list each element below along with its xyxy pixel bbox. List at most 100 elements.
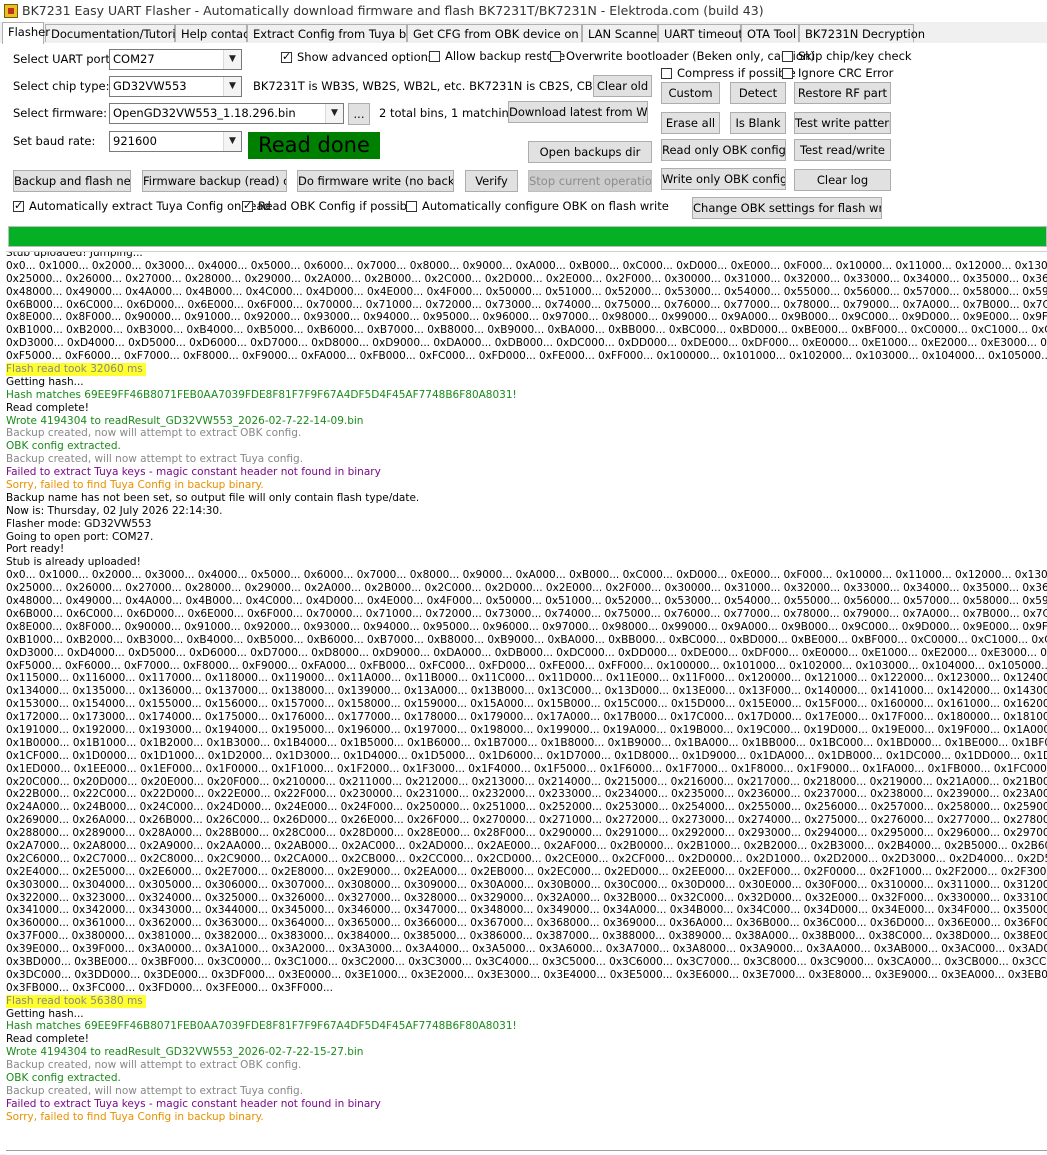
detect-button[interactable]: Detect	[730, 82, 786, 104]
skip-chip-key-checkbox[interactable]: Skip chip/key check	[782, 49, 912, 64]
log-line: 0x322000... 0x323000... 0x324000... 0x32…	[6, 892, 1047, 905]
log-line-text: 0xD3000... 0xD4000... 0xD5000... 0xD6000…	[6, 337, 1047, 350]
chevron-down-icon[interactable]: ▼	[223, 50, 241, 69]
log-line-text: Going to open port: COM27.	[6, 530, 154, 543]
log-output[interactable]: Stub uploaded! Jumping... 0x0... 0x1000..…	[6, 251, 1047, 1151]
tab-uart-timeouts[interactable]: UART timeouts	[658, 24, 749, 42]
uart-port-select[interactable]: COM27 ▼	[109, 49, 242, 70]
ignore-crc-label: Ignore CRC Error	[798, 66, 894, 80]
uart-port-value: COM27	[113, 52, 155, 66]
read-only-obk-button[interactable]: Read only OBK config	[661, 139, 786, 161]
chevron-down-icon[interactable]: ▼	[325, 104, 343, 123]
chevron-down-icon[interactable]: ▼	[223, 132, 241, 151]
auto-extract-tuya-label: Automatically extract Tuya Config on rea…	[29, 199, 271, 213]
is-blank-button[interactable]: Is Blank	[730, 112, 786, 134]
verify-button[interactable]: Verify	[465, 170, 518, 192]
log-line-text: 0x3DC000... 0x3DD000... 0x3DE000... 0x3D…	[6, 968, 1047, 981]
log-line: 0x0... 0x1000... 0x2000... 0x3000... 0x4…	[6, 260, 1047, 273]
custom-button[interactable]: Custom	[661, 82, 720, 104]
log-line-highlighted-text: Flash read took 32060 ms	[6, 363, 146, 376]
tab-bk7231n-decryption[interactable]: BK7231N Decryption	[799, 24, 925, 42]
log-line: 0x153000... 0x154000... 0x155000... 0x15…	[6, 698, 1047, 711]
restore-rf-button[interactable]: Restore RF part	[794, 82, 891, 104]
log-line: Flash read took 56380 ms	[6, 994, 1047, 1008]
log-line: Backup created, will now attempt to extr…	[6, 453, 1047, 466]
log-line-text: 0x0... 0x1000... 0x2000... 0x3000... 0x4…	[6, 569, 1047, 582]
bins-info-text: 2 total bins, 1 matching.	[379, 106, 520, 120]
log-line-text: Backup name has not been set, so output …	[6, 491, 420, 504]
progress-bar	[8, 226, 1047, 247]
log-line-text: 0x48000... 0x49000... 0x4A000... 0x4B000…	[6, 595, 1047, 608]
test-write-pattern-button[interactable]: Test write pattern	[794, 112, 891, 134]
log-line: Stub uploaded! Jumping...	[6, 252, 1047, 260]
log-line-text: Backup created, now will attempt to extr…	[6, 427, 302, 440]
tab-strip: Flasher Documentation/Tutorials Help con…	[0, 22, 1047, 44]
log-line-text: 0xD3000... 0xD4000... 0xD5000... 0xD6000…	[6, 646, 1047, 659]
test-read-write-button[interactable]: Test read/write	[794, 139, 891, 161]
tab-lan-scanner[interactable]: LAN Scanner	[582, 24, 662, 42]
read-obk-config-checkbox[interactable]: Read OBK Config if possible	[242, 199, 417, 214]
checkbox-icon	[13, 199, 24, 212]
tab-flasher[interactable]: Flasher	[2, 22, 50, 44]
log-line-text: 0x134000... 0x135000... 0x136000... 0x13…	[6, 685, 1047, 698]
tab-documentation[interactable]: Documentation/Tutorials	[45, 24, 192, 42]
log-line-text: 0x269000... 0x26A000... 0x26B000... 0x26…	[6, 814, 1047, 827]
baud-rate-select[interactable]: 921600 ▼	[109, 131, 242, 152]
tab-help-contact[interactable]: Help contact	[175, 24, 254, 42]
log-line: 0x115000... 0x116000... 0x117000... 0x11…	[6, 672, 1047, 685]
log-line: Failed to extract Tuya keys - magic cons…	[6, 1098, 1047, 1111]
app-icon	[4, 4, 18, 18]
log-line: Backup created, now will attempt to extr…	[6, 427, 1047, 440]
log-lines: Stub uploaded! Jumping... 0x0... 0x1000..…	[6, 252, 1047, 1124]
firmware-select[interactable]: OpenGD32VW553_1.18.296.bin ▼	[109, 103, 344, 124]
show-advanced-label: Show advanced options	[297, 50, 434, 64]
log-line-text: Hash matches 69EE9FF46B8071FEB0AA7039FDE…	[6, 388, 517, 401]
show-advanced-checkbox[interactable]: Show advanced options	[281, 50, 434, 65]
browse-firmware-button[interactable]: ...	[348, 103, 370, 125]
overwrite-bootloader-checkbox[interactable]: Overwrite bootloader (Beken only, cautio…	[550, 49, 815, 64]
clear-old-button[interactable]: Clear old	[593, 75, 652, 97]
allow-backup-restore-checkbox[interactable]: Allow backup restore	[429, 49, 565, 64]
log-line-text: Failed to extract Tuya keys - magic cons…	[6, 1097, 381, 1110]
chevron-down-icon[interactable]: ▼	[223, 77, 241, 96]
log-line: 0x8E000... 0x8F000... 0x90000... 0x91000…	[6, 621, 1047, 634]
log-line: Wrote 4194304 to readResult_GD32VW553_20…	[6, 1046, 1047, 1059]
log-line-text: 0x360000... 0x361000... 0x362000... 0x36…	[6, 917, 1047, 930]
tab-get-cfg-obk[interactable]: Get CFG from OBK device on LAN	[407, 24, 605, 42]
auto-extract-tuya-checkbox[interactable]: Automatically extract Tuya Config on rea…	[13, 199, 271, 214]
log-line: 0x6B000... 0x6C000... 0x6D000... 0x6E000…	[6, 299, 1047, 312]
log-line: 0x0... 0x1000... 0x2000... 0x3000... 0x4…	[6, 569, 1047, 582]
backup-and-flash-button[interactable]: Backup and flash new	[13, 170, 131, 192]
log-line: Flasher mode: GD32VW553	[6, 518, 1047, 531]
stop-operation-button[interactable]: Stop current operation	[528, 170, 652, 192]
log-line-text: 0x303000... 0x304000... 0x305000... 0x30…	[6, 878, 1047, 891]
download-latest-button[interactable]: Download latest from Web	[508, 101, 648, 123]
chip-type-select[interactable]: GD32VW553 ▼	[109, 76, 242, 97]
tab-ota-tool[interactable]: OTA Tool	[741, 24, 799, 42]
erase-all-button[interactable]: Erase all	[661, 112, 720, 134]
clear-log-button[interactable]: Clear log	[794, 169, 891, 191]
write-only-obk-button[interactable]: Write only OBK config	[661, 168, 786, 190]
log-line-text: 0x48000... 0x49000... 0x4A000... 0x4B000…	[6, 285, 1047, 298]
ignore-crc-checkbox[interactable]: Ignore CRC Error	[782, 66, 893, 81]
log-line-text: Read complete!	[6, 401, 89, 414]
baud-rate-label: Set baud rate:	[13, 134, 96, 148]
log-bottom-edge	[6, 1150, 1047, 1155]
log-line: Backup name has not been set, so output …	[6, 492, 1047, 505]
tab-extract-config[interactable]: Extract Config from Tuya binary	[247, 24, 435, 42]
open-backups-button[interactable]: Open backups dir	[528, 141, 652, 163]
firmware-backup-button[interactable]: Firmware backup (read) only	[142, 170, 287, 192]
log-line-text: 0xF5000... 0xF6000... 0xF7000... 0xF8000…	[6, 350, 1047, 363]
log-line-text: Wrote 4194304 to readResult_GD32VW553_20…	[6, 1046, 364, 1059]
log-line: 0x3DC000... 0x3DD000... 0x3DE000... 0x3D…	[6, 969, 1047, 982]
log-line-text: 0x288000... 0x289000... 0x28A000... 0x28…	[6, 827, 1047, 840]
log-line-text: 0x172000... 0x173000... 0x174000... 0x17…	[6, 711, 1047, 724]
change-obk-settings-button[interactable]: Change OBK settings for flash write	[692, 197, 882, 219]
log-line-text: Getting hash...	[6, 1007, 84, 1020]
log-line-text: Backup created, will now attempt to extr…	[6, 1084, 304, 1097]
do-firmware-write-button[interactable]: Do firmware write (no backup!)	[297, 170, 454, 192]
compress-checkbox[interactable]: Compress if possible	[661, 66, 796, 81]
log-line: 0x288000... 0x289000... 0x28A000... 0x28…	[6, 827, 1047, 840]
auto-configure-obk-checkbox[interactable]: Automatically configure OBK on flash wri…	[406, 199, 669, 214]
log-line-text: 0x39E000... 0x39F000... 0x3A0000... 0x3A…	[6, 943, 1047, 956]
